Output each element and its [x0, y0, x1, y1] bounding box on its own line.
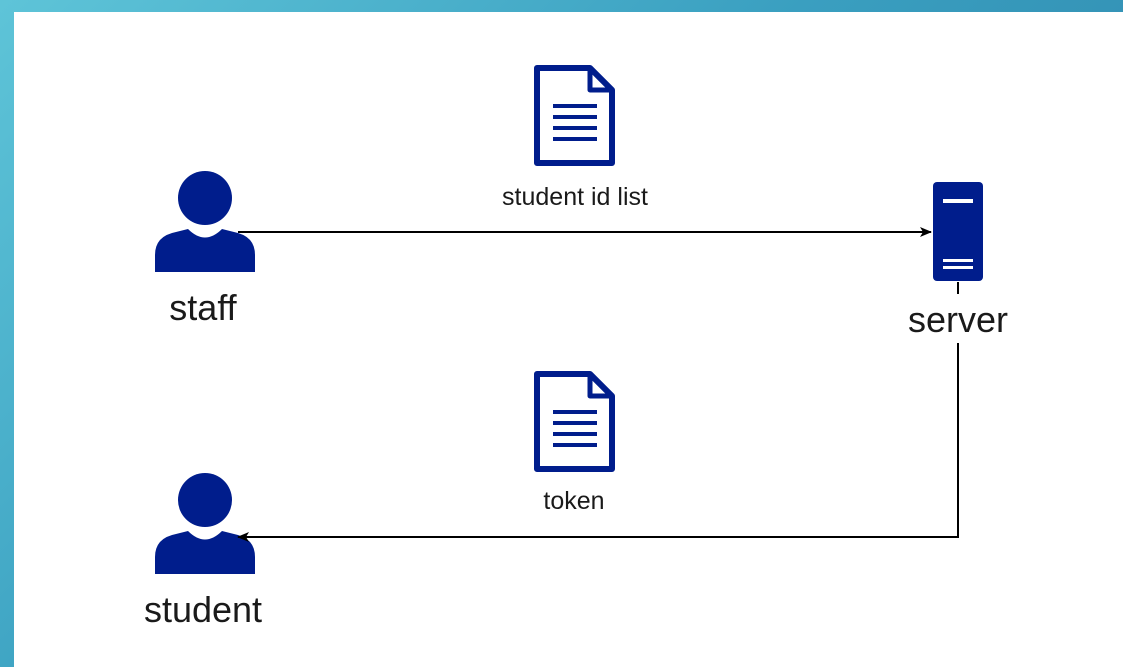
server-label: server — [907, 299, 1009, 340]
server-icon — [933, 182, 983, 281]
staff-label: staff — [169, 287, 237, 328]
student-person-icon — [155, 473, 255, 574]
staff-person-icon — [155, 171, 255, 272]
edge-label-student-id-list: student id list — [502, 183, 648, 211]
document-icon — [534, 65, 615, 166]
document-icon — [534, 371, 615, 472]
edge-label-token: token — [543, 487, 605, 515]
student-label: student — [143, 589, 263, 630]
